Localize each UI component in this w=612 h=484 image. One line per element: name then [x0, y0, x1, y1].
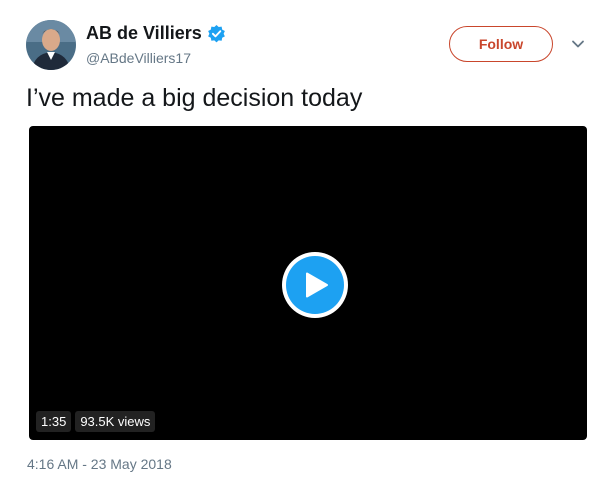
- chevron-down-icon[interactable]: [570, 36, 586, 52]
- author-display-name: AB de Villiers: [86, 23, 202, 43]
- video-player[interactable]: 1:35 93.5K views: [29, 126, 587, 440]
- video-duration: 1:35: [36, 411, 72, 432]
- tweet-timestamp[interactable]: 4:16 AM - 23 May 2018: [27, 456, 172, 472]
- tweet-text: I’ve made a big decision today: [26, 84, 363, 112]
- author-handle[interactable]: @ABdeVilliers17: [86, 50, 191, 66]
- avatar[interactable]: [26, 20, 76, 70]
- video-views: 93.5K views: [75, 411, 156, 432]
- play-button[interactable]: [282, 252, 348, 318]
- video-badges: 1:35 93.5K views: [36, 411, 156, 432]
- tweet-card: AB de Villiers @ABdeVilliers17 Follow I’…: [0, 0, 612, 484]
- play-icon: [286, 256, 344, 314]
- follow-button[interactable]: Follow: [449, 26, 553, 62]
- author-name[interactable]: AB de Villiers: [86, 23, 226, 44]
- verified-badge-icon: [207, 24, 225, 43]
